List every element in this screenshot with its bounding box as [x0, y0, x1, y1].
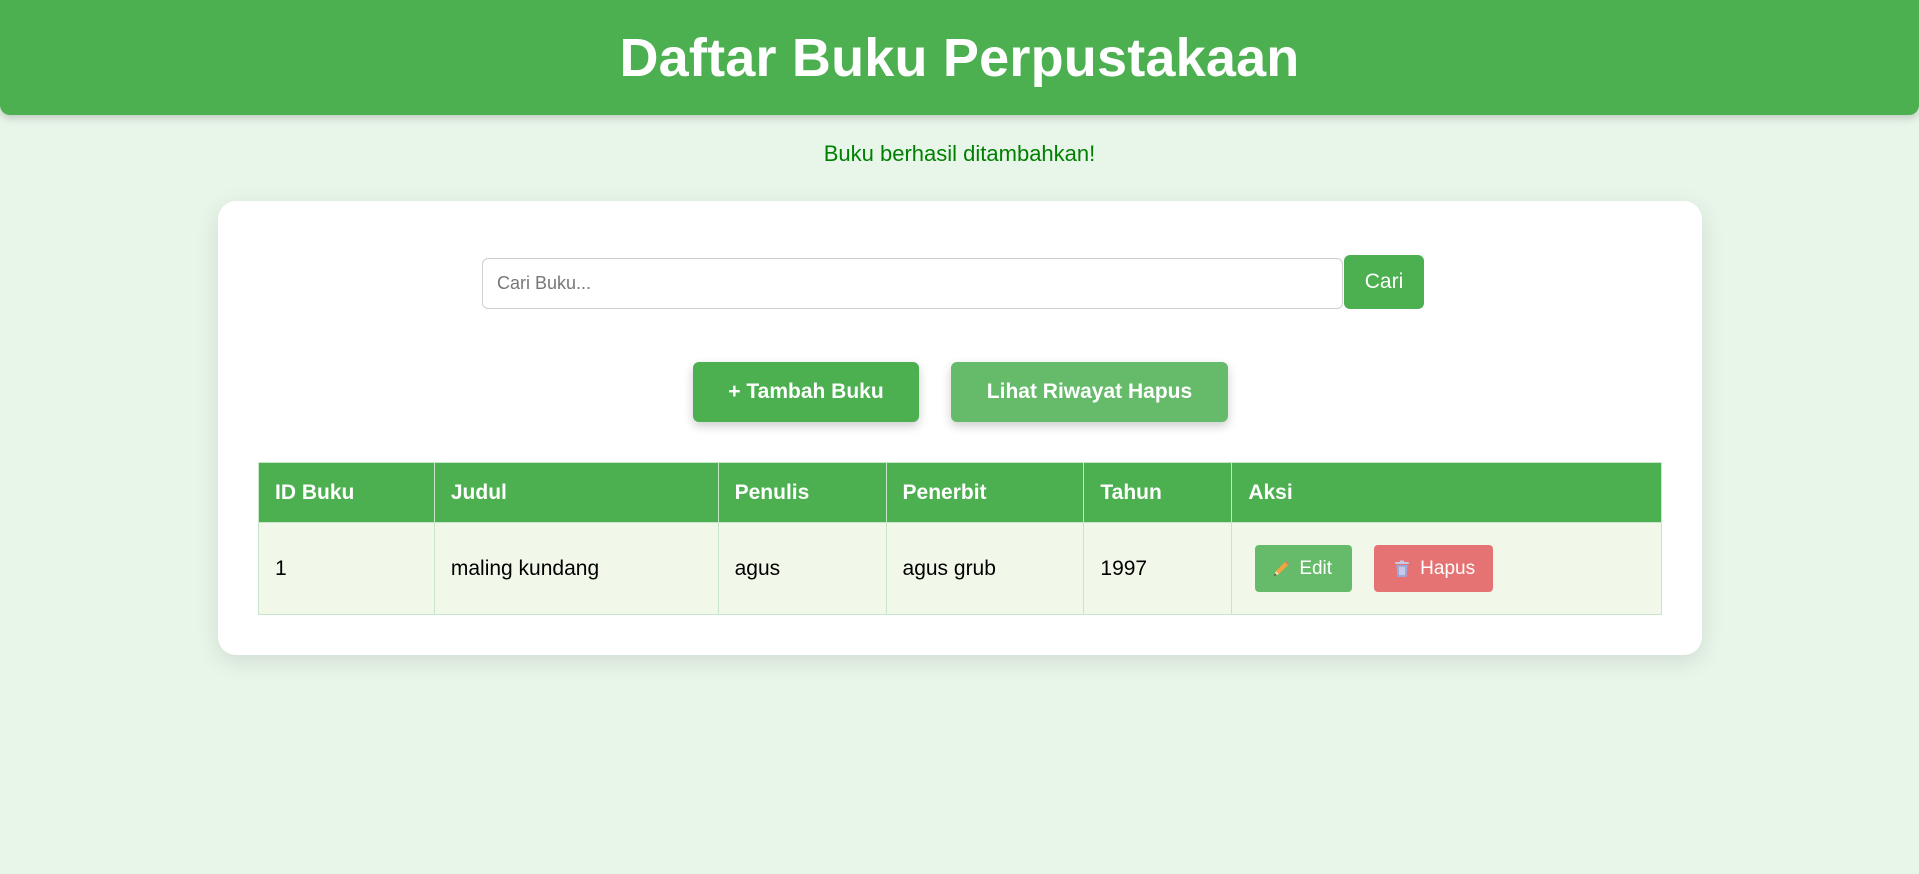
column-header-judul: Judul	[433, 462, 719, 523]
cell-judul: maling kundang	[433, 522, 719, 615]
search-button[interactable]: Cari	[1344, 255, 1424, 309]
edit-button[interactable]: Edit	[1255, 545, 1353, 592]
table-header-row: ID Buku Judul Penulis Penerbit Tahun Aks…	[258, 462, 1662, 523]
table-row: 1 maling kundang agus agus grub 1997 Edi…	[258, 522, 1662, 615]
delete-label: Hapus	[1420, 557, 1476, 579]
cell-penulis: agus	[717, 522, 887, 615]
column-header-aksi: Aksi	[1231, 462, 1662, 523]
page-header: Daftar Buku Perpustakaan	[0, 0, 1919, 115]
cell-id: 1	[258, 522, 435, 615]
cell-tahun: 1997	[1083, 522, 1233, 615]
trash-icon	[1392, 559, 1412, 579]
column-header-tahun: Tahun	[1083, 462, 1233, 523]
cell-aksi: Edit Hapus	[1231, 522, 1662, 615]
flash-message: Buku berhasil ditambahkan!	[823, 141, 1096, 166]
add-book-button[interactable]: + Tambah Buku	[693, 362, 919, 422]
cell-penerbit: agus grub	[885, 522, 1085, 615]
page-title: Daftar Buku Perpustakaan	[619, 27, 1300, 88]
edit-label: Edit	[1299, 557, 1333, 579]
delete-history-button[interactable]: Lihat Riwayat Hapus	[951, 362, 1228, 422]
column-header-id: ID Buku	[258, 462, 435, 523]
search-input[interactable]	[482, 258, 1343, 309]
column-header-penulis: Penulis	[717, 462, 887, 523]
column-header-penerbit: Penerbit	[885, 462, 1085, 523]
pencil-icon	[1271, 559, 1291, 579]
main-card: Cari + Tambah Buku Lihat Riwayat Hapus I…	[218, 201, 1702, 655]
books-table: ID Buku Judul Penulis Penerbit Tahun Aks…	[258, 462, 1662, 615]
delete-button[interactable]: Hapus	[1374, 545, 1494, 592]
